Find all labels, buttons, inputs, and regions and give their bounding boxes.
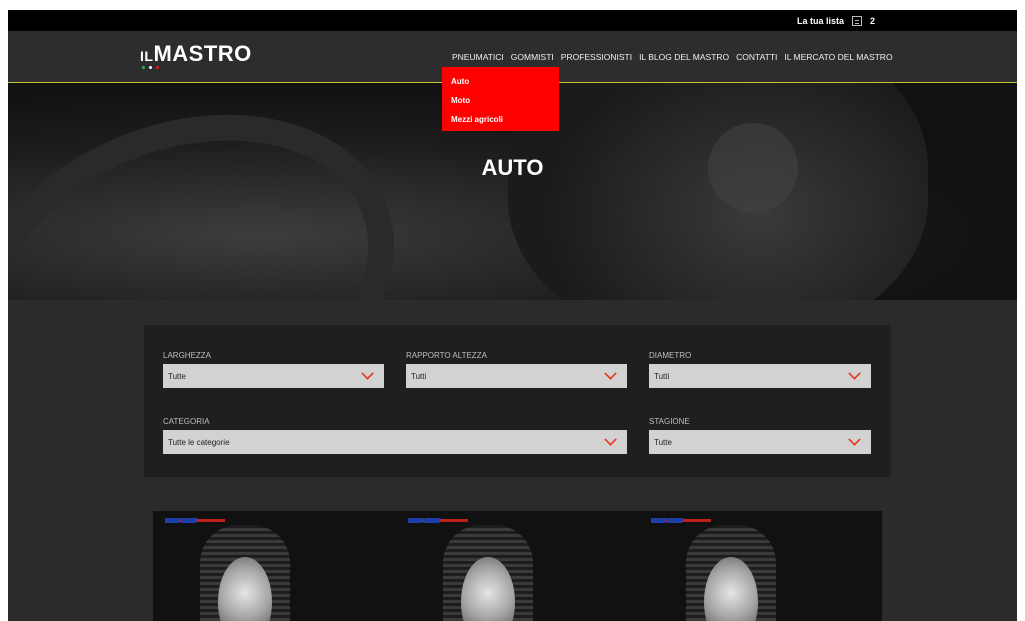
list-icon (851, 15, 862, 26)
wishlist-label: La tua lista (796, 15, 844, 26)
logo-dot-green (142, 66, 145, 69)
filter-diametro: DIAMETRO Tutti (649, 351, 871, 388)
tire-image (200, 525, 290, 621)
logo-prefix: IL (140, 48, 154, 64)
wishlist-link[interactable]: La tua lista 2 (797, 10, 875, 31)
rim-image (218, 557, 272, 621)
filter-larghezza: LARGHEZZA Tutte (163, 351, 384, 388)
categoria-value: Tutte le categorie (168, 437, 230, 447)
brand-logo-gt (165, 518, 225, 523)
rim-image (704, 557, 758, 621)
rapporto-select[interactable]: Tutti (406, 364, 627, 388)
product-card[interactable] (153, 511, 396, 621)
hero-background-wheel (8, 83, 441, 300)
product-card[interactable] (396, 511, 639, 621)
nav-item-professionisti[interactable]: PROFESSIONISTI (561, 52, 632, 62)
logo[interactable]: ILMASTRO (140, 41, 252, 67)
dropdown-item-mezzi-agricoli[interactable]: Mezzi agricoli (442, 110, 559, 129)
dropdown-item-moto[interactable]: Moto (442, 91, 559, 110)
filter-stagione: STAGIONE Tutte (649, 417, 871, 454)
diametro-label: DIAMETRO (649, 351, 692, 360)
tire-image (686, 525, 776, 621)
wishlist-count: 2 (869, 15, 875, 26)
larghezza-value: Tutte (168, 371, 186, 381)
stagione-select[interactable]: Tutte (649, 430, 871, 454)
logo-dots (142, 66, 159, 69)
chevron-down-icon (848, 367, 861, 380)
logo-name: MASTRO (153, 41, 252, 66)
page-title: AUTO (481, 155, 544, 180)
diametro-select[interactable]: Tutti (649, 364, 871, 388)
chevron-down-icon (361, 367, 374, 380)
nav-item-pneumatici[interactable]: PNEUMATICI (452, 52, 504, 62)
page-frame: La tua lista 2 ILMASTRO PNEUMATICI GOMMI… (8, 10, 1017, 621)
categoria-label: CATEGORIA (163, 417, 210, 426)
chevron-down-icon (848, 433, 861, 446)
brand-logo-gt (651, 518, 711, 523)
diametro-value: Tutti (654, 371, 670, 381)
filter-panel: LARGHEZZA Tutte RAPPORTO ALTEZZA Tutti D… (144, 325, 891, 477)
brand-logo-gt (408, 518, 468, 523)
categoria-select[interactable]: Tutte le categorie (163, 430, 627, 454)
nav-item-blog[interactable]: IL BLOG DEL MASTRO (639, 52, 729, 62)
main-nav: PNEUMATICI GOMMISTI PROFESSIONISTI IL BL… (452, 52, 893, 62)
pneumatici-dropdown-menu: Auto Moto Mezzi agricoli (442, 67, 559, 131)
stagione-value: Tutte (654, 437, 672, 447)
product-card[interactable] (639, 511, 882, 621)
larghezza-label: LARGHEZZA (163, 351, 212, 360)
nav-item-contatti[interactable]: CONTATTI (736, 52, 777, 62)
stagione-label: STAGIONE (649, 417, 690, 426)
rapporto-value: Tutti (411, 371, 427, 381)
larghezza-select[interactable]: Tutte (163, 364, 384, 388)
rim-image (461, 557, 515, 621)
tire-image (443, 525, 533, 621)
chevron-down-icon (604, 367, 617, 380)
dropdown-item-auto[interactable]: Auto (442, 72, 559, 91)
product-grid (153, 511, 882, 621)
logo-dot-red (156, 66, 159, 69)
logo-dot-white (149, 66, 152, 69)
rapporto-label: RAPPORTO ALTEZZA (406, 351, 487, 360)
top-bar: La tua lista 2 (8, 10, 1017, 31)
nav-item-mercato[interactable]: IL MERCATO DEL MASTRO (784, 52, 892, 62)
filter-categoria: CATEGORIA Tutte le categorie (163, 417, 627, 454)
filter-rapporto-altezza: RAPPORTO ALTEZZA Tutti (406, 351, 627, 388)
nav-item-gommisti[interactable]: GOMMISTI (511, 52, 554, 62)
chevron-down-icon (604, 433, 617, 446)
